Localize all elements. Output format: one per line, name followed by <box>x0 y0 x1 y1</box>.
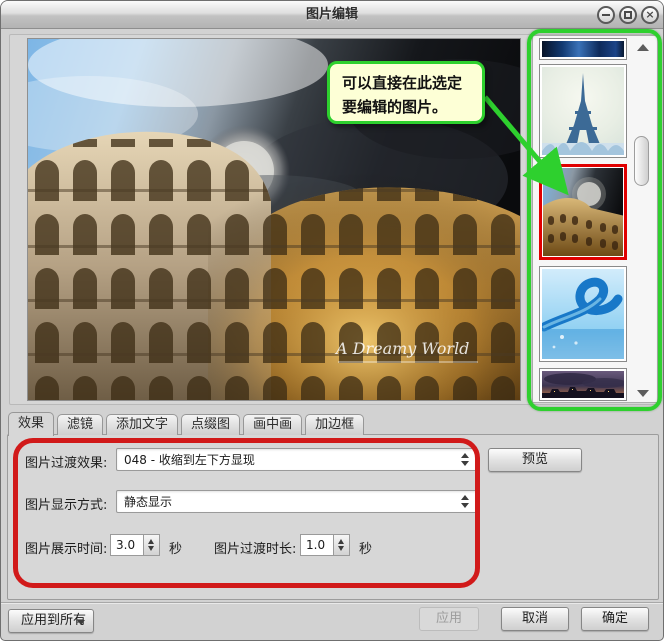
title-bar: 图片编辑 × <box>1 1 663 29</box>
display-mode-select[interactable]: 静态显示 <box>116 490 477 513</box>
scrollbar-thumb[interactable] <box>634 136 649 186</box>
transition-effect-value: 048 - 收缩到左下方显现 <box>124 449 255 471</box>
dropdown-arrow-icon <box>77 620 85 625</box>
photo-watermark: A Dreamy World <box>334 339 469 358</box>
thumbnail-night-harbor[interactable] <box>539 38 627 60</box>
thumbnail-list <box>532 35 658 403</box>
thumbnail-eiffel-tower[interactable] <box>539 64 627 158</box>
transition-effect-select[interactable]: 048 - 收缩到左下方显现 <box>116 448 477 471</box>
tab-decoration[interactable]: 点缀图 <box>181 414 240 435</box>
show-duration-input[interactable]: 3.0 <box>110 534 144 556</box>
show-duration-label: 图片展示时间: <box>25 538 107 557</box>
spin-down-icon <box>338 546 344 551</box>
apply-button[interactable]: 应用 <box>419 607 479 631</box>
show-duration-unit: 秒 <box>169 538 182 557</box>
preview-button[interactable]: 预览 <box>488 448 582 472</box>
eiffel-tower-art <box>542 67 624 155</box>
tutorial-callout: 可以直接在此选定 要编辑的图片。 <box>327 61 485 124</box>
close-button[interactable]: × <box>641 6 659 24</box>
spin-down-icon <box>148 546 154 551</box>
maximize-button[interactable] <box>619 6 637 24</box>
close-icon: × <box>643 8 657 22</box>
transition-time-value: 1.0 <box>306 535 325 556</box>
tab-border[interactable]: 加边框 <box>305 414 364 435</box>
spin-up-icon <box>148 539 154 544</box>
transition-time-input[interactable]: 1.0 <box>300 534 334 556</box>
callout-line2: 要编辑的图片。 <box>342 95 482 119</box>
callout-line1: 可以直接在此选定 <box>342 71 482 95</box>
cancel-button[interactable]: 取消 <box>501 607 569 631</box>
tab-pip[interactable]: 画中画 <box>243 414 302 435</box>
dialog-title: 图片编辑 <box>1 1 663 29</box>
thumbnail-colosseum[interactable] <box>539 164 627 260</box>
show-duration-value: 3.0 <box>116 535 135 556</box>
transition-time-stepper[interactable] <box>334 534 350 556</box>
combo-spinner-icon <box>461 453 470 466</box>
show-duration-stepper[interactable] <box>144 534 160 556</box>
minimize-button[interactable] <box>597 6 615 24</box>
scroll-down-icon[interactable] <box>637 390 649 397</box>
footer-divider <box>1 602 663 604</box>
ok-button[interactable]: 确定 <box>581 607 649 631</box>
tab-filters[interactable]: 滤镜 <box>57 414 103 435</box>
transition-time-label: 图片过渡时长: <box>214 538 296 557</box>
tab-effects[interactable]: 效果 <box>8 412 54 436</box>
maximize-icon <box>624 11 632 19</box>
city-sunset-art <box>542 371 624 398</box>
combo-spinner-icon <box>461 495 470 508</box>
display-mode-value: 静态显示 <box>124 491 172 513</box>
thumbnail-water-wave[interactable] <box>539 266 627 362</box>
minimize-icon <box>602 14 610 16</box>
spin-up-icon <box>338 539 344 544</box>
tab-add-text[interactable]: 添加文字 <box>106 414 178 435</box>
transition-time-unit: 秒 <box>359 538 372 557</box>
image-edit-dialog: 图片编辑 × <box>0 0 664 641</box>
transition-effect-label: 图片过渡效果: <box>25 452 107 471</box>
wave-art <box>542 269 624 359</box>
tab-strip: 效果滤镜添加文字点缀图画中画加边框 <box>8 411 367 434</box>
scroll-up-icon[interactable] <box>637 44 649 51</box>
apply-to-all-button[interactable]: 应用到所有 <box>8 609 94 633</box>
colosseum-thumb-art <box>543 168 623 256</box>
thumbnail-city-sunset[interactable] <box>539 368 627 401</box>
display-mode-label: 图片显示方式: <box>25 494 107 513</box>
